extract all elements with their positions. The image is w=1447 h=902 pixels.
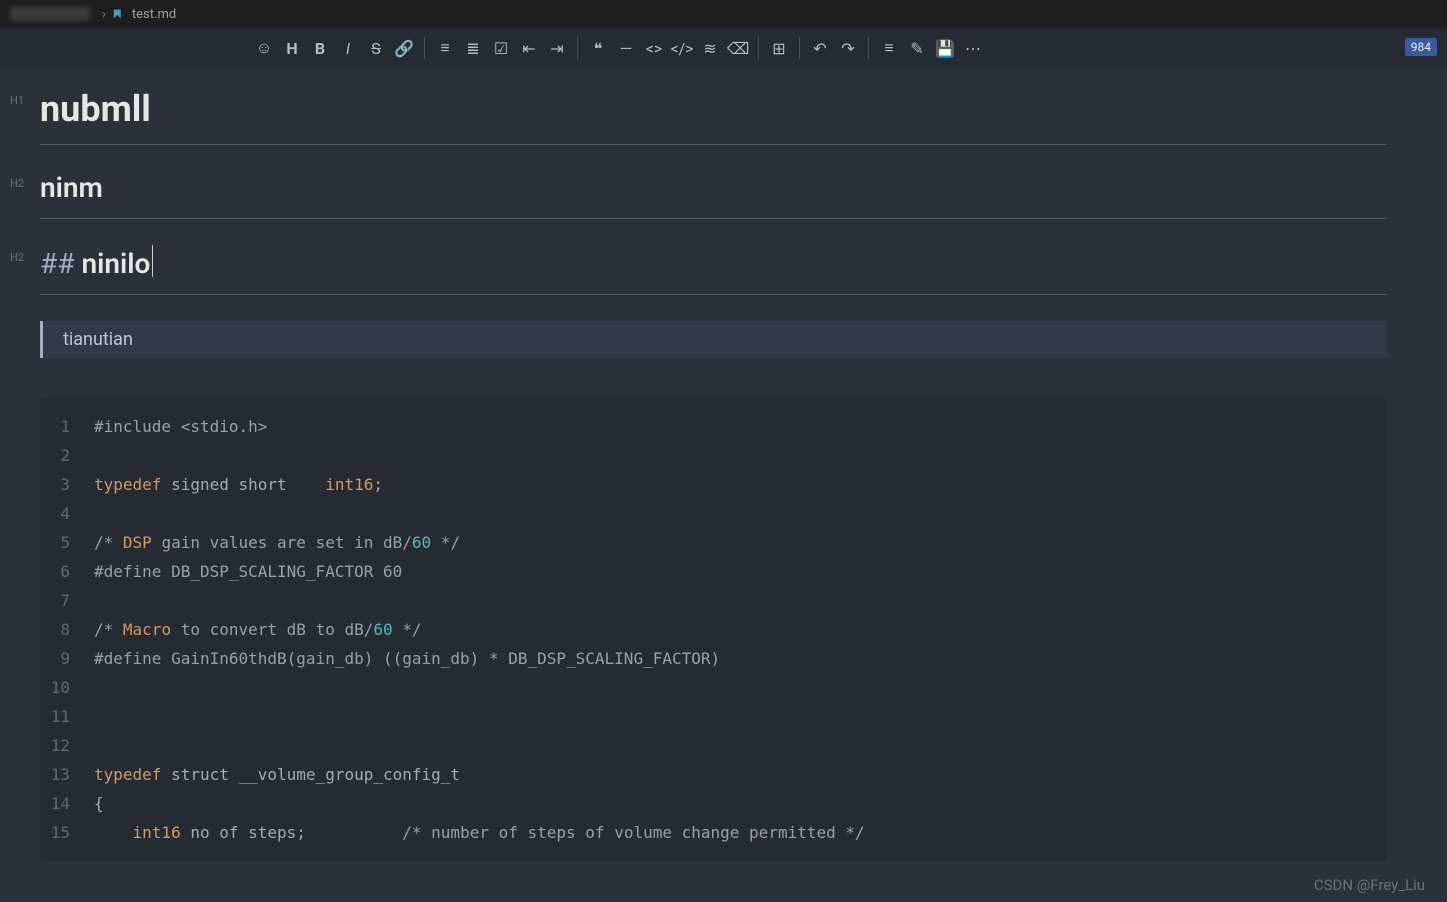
code-content: #include <stdio.h>	[94, 412, 267, 441]
line-number: 4	[40, 499, 94, 528]
code-line[interactable]: 5/* DSP gain values are set in dB/60 */	[40, 528, 1387, 557]
code-line[interactable]: 4	[40, 499, 1387, 528]
line-number: 5	[40, 528, 94, 557]
toolbar-separator	[799, 37, 800, 59]
toolbar-ol-button[interactable]: ≣	[459, 34, 487, 62]
toolbar-separator	[758, 37, 759, 59]
code-content: #define GainIn60thdB(gain_db) ((gain_db)…	[94, 644, 720, 673]
toolbar-outdent-button[interactable]: ⇤	[515, 34, 543, 62]
toolbar-table-button[interactable]: ⊞	[765, 34, 793, 62]
breadcrumb: › test.md	[0, 0, 1447, 28]
toolbar-task-button[interactable]: ☑	[487, 34, 515, 62]
line-number: 6	[40, 557, 94, 586]
code-line[interactable]: 6#define DB_DSP_SCALING_FACTOR 60	[40, 557, 1387, 586]
line-number: 8	[40, 615, 94, 644]
heading-h1-text[interactable]: nubmll	[40, 88, 1387, 145]
toolbar-indent-button[interactable]: ⇥	[543, 34, 571, 62]
markdown-hash-prefix: ##	[40, 247, 81, 280]
code-line[interactable]: 10	[40, 673, 1387, 702]
heading-level-label: H2	[10, 251, 24, 264]
heading-h2-block[interactable]: H2 ninm	[40, 171, 1387, 219]
toolbar-separator	[424, 37, 425, 59]
line-number: 13	[40, 760, 94, 789]
toolbar-italic-button[interactable]: I	[334, 34, 362, 62]
toolbar-heading-button[interactable]: H	[278, 34, 306, 62]
heading-h2-raw-block[interactable]: H2 ## ninilo	[40, 245, 1387, 295]
heading-level-label: H2	[10, 177, 24, 190]
toolbar-hr-button[interactable]: —	[612, 34, 640, 62]
line-number: 11	[40, 702, 94, 731]
toolbar-quote-button[interactable]: ❝	[584, 34, 612, 62]
toolbar-edit-button[interactable]: ✎	[903, 34, 931, 62]
code-line[interactable]: 13typedef struct __volume_group_config_t	[40, 760, 1387, 789]
toolbar-align-button[interactable]: ≡	[875, 34, 903, 62]
line-number: 3	[40, 470, 94, 499]
heading-h2-text[interactable]: ninm	[40, 171, 1387, 219]
code-content: /* DSP gain values are set in dB/60 */	[94, 528, 460, 557]
heading-text-content: ninilo	[81, 247, 150, 280]
toolbar-separator	[577, 37, 578, 59]
toolbar-clear-button[interactable]: ⌫	[724, 34, 752, 62]
code-line[interactable]: 8/* Macro to convert dB to dB/60 */	[40, 615, 1387, 644]
toolbar-code-pair-button[interactable]: <>	[640, 34, 668, 62]
toolbar-strike-button[interactable]: S	[362, 34, 390, 62]
breadcrumb-separator: ›	[102, 7, 106, 22]
toolbar-link-button[interactable]: 🔗	[390, 34, 418, 62]
code-line[interactable]: 7	[40, 586, 1387, 615]
toolbar-separator	[868, 37, 869, 59]
blockquote[interactable]: tianutian	[40, 321, 1387, 358]
text-cursor	[152, 245, 153, 277]
toolbar-save-button[interactable]: 💾	[931, 34, 959, 62]
editor-toolbar: ☺HBIS🔗≡≣☑⇤⇥❝—<></>≋⌫⊞↶↷≡✎💾⋯ 984	[0, 28, 1447, 68]
markdown-file-icon	[112, 7, 126, 21]
code-content: typedef struct __volume_group_config_t	[94, 760, 460, 789]
code-content: typedef signed short int16;	[94, 470, 383, 499]
editor-content[interactable]: H1 nubmll H2 ninm H2 ## ninilo tianutian…	[0, 68, 1447, 902]
breadcrumb-root-blurred	[10, 7, 90, 21]
toolbar-redo-button[interactable]: ↷	[834, 34, 862, 62]
code-line[interactable]: 3typedef signed short int16;	[40, 470, 1387, 499]
word-count-badge: 984	[1405, 38, 1437, 56]
toolbar-emoji-button[interactable]: ☺	[250, 34, 278, 62]
heading-h2-raw-text[interactable]: ## ninilo	[40, 245, 1387, 295]
heading-h1-block[interactable]: H1 nubmll	[40, 88, 1387, 145]
code-line[interactable]: 11	[40, 702, 1387, 731]
code-line[interactable]: 12	[40, 731, 1387, 760]
line-number: 1	[40, 412, 94, 441]
code-line[interactable]: 15 int16 no of steps; /* number of steps…	[40, 818, 1387, 847]
code-line[interactable]: 1#include <stdio.h>	[40, 412, 1387, 441]
toolbar-undo-button[interactable]: ↶	[806, 34, 834, 62]
code-content: #define DB_DSP_SCALING_FACTOR 60	[94, 557, 402, 586]
code-line[interactable]: 2	[40, 441, 1387, 470]
heading-level-label: H1	[10, 94, 24, 107]
code-content: {	[94, 789, 104, 818]
line-number: 15	[40, 818, 94, 847]
line-number: 12	[40, 731, 94, 760]
code-line[interactable]: 14{	[40, 789, 1387, 818]
watermark-text: CSDN @Frey_Liu	[1314, 876, 1425, 894]
code-content: /* Macro to convert dB to dB/60 */	[94, 615, 422, 644]
code-content: int16 no of steps; /* number of steps of…	[94, 818, 865, 847]
toolbar-bold-button[interactable]: B	[306, 34, 334, 62]
line-number: 7	[40, 586, 94, 615]
code-block[interactable]: 1#include <stdio.h>23typedef signed shor…	[40, 398, 1387, 861]
toolbar-more-button[interactable]: ⋯	[959, 34, 987, 62]
code-line[interactable]: 9#define GainIn60thdB(gain_db) ((gain_db…	[40, 644, 1387, 673]
breadcrumb-file[interactable]: test.md	[132, 7, 176, 22]
line-number: 10	[40, 673, 94, 702]
line-number: 2	[40, 441, 94, 470]
toolbar-ul-button[interactable]: ≡	[431, 34, 459, 62]
line-number: 14	[40, 789, 94, 818]
line-number: 9	[40, 644, 94, 673]
toolbar-format-button[interactable]: ≋	[696, 34, 724, 62]
toolbar-code-button[interactable]: </>	[668, 34, 696, 62]
